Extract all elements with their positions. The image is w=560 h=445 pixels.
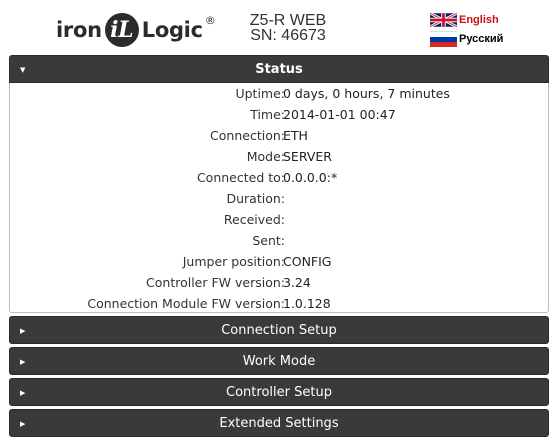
status-label: Sent: bbox=[252, 233, 285, 248]
status-value: 1.0.128 bbox=[283, 296, 331, 311]
logo-registered-mark: ® bbox=[204, 13, 216, 27]
section-title: Extended Settings bbox=[219, 415, 339, 431]
status-row-connection: Connection: ETH bbox=[10, 125, 550, 146]
status-panel-title: Status bbox=[255, 61, 303, 77]
status-value: 0 days, 0 hours, 7 minutes bbox=[283, 86, 450, 101]
status-row-module-fw: Connection Module FW version: 1.0.128 bbox=[10, 293, 550, 314]
status-row-duration: Duration: bbox=[10, 188, 550, 209]
status-label: Jumper position: bbox=[182, 254, 285, 269]
status-label: Duration: bbox=[226, 191, 285, 206]
status-label: Received: bbox=[223, 212, 285, 227]
logo-text-left: iron bbox=[56, 18, 102, 42]
section-title: Controller Setup bbox=[226, 384, 332, 400]
status-row-mode: Mode: SERVER bbox=[10, 146, 550, 167]
status-value: ETH bbox=[283, 128, 308, 143]
status-value: 2014-01-01 00:47 bbox=[283, 107, 396, 122]
status-panel-body: Uptime: 0 days, 0 hours, 7 minutes Time:… bbox=[9, 83, 549, 313]
device-info: Z5-R WEB SN: 46673 bbox=[240, 12, 336, 44]
status-label: Connection: bbox=[210, 128, 285, 143]
uk-flag-icon bbox=[430, 12, 457, 28]
section-title: Work Mode bbox=[242, 353, 316, 369]
status-label: Uptime: bbox=[235, 86, 285, 101]
status-label: Controller FW version: bbox=[146, 275, 285, 290]
caret-right-icon: ▶ bbox=[20, 327, 26, 335]
language-russian-label: Русский bbox=[459, 33, 504, 45]
status-row-time: Time: 2014-01-01 00:47 bbox=[10, 104, 550, 125]
section-title: Connection Setup bbox=[221, 322, 337, 338]
device-serial: SN: 46673 bbox=[250, 27, 326, 44]
status-row-jumper-position: Jumper position: CONFIG bbox=[10, 251, 550, 272]
connection-setup-panel-header[interactable]: ▶ Connection Setup bbox=[9, 316, 549, 344]
logo-text-right: Logic bbox=[141, 18, 203, 42]
caret-down-icon: ▼ bbox=[20, 66, 26, 74]
status-row-uptime: Uptime: 0 days, 0 hours, 7 minutes bbox=[10, 83, 550, 104]
work-mode-panel-header[interactable]: ▶ Work Mode bbox=[9, 347, 549, 375]
status-value: CONFIG bbox=[283, 254, 332, 269]
status-label: Connected to: bbox=[196, 170, 285, 185]
language-russian-link[interactable]: Русский bbox=[430, 31, 503, 47]
controller-setup-panel-header[interactable]: ▶ Controller Setup bbox=[9, 378, 549, 406]
ru-flag-icon bbox=[430, 31, 457, 47]
status-label: Connection Module FW version: bbox=[87, 296, 285, 311]
caret-right-icon: ▶ bbox=[20, 358, 26, 366]
status-label: Time: bbox=[250, 107, 285, 122]
ironlogic-logo: iron iL Logic ® bbox=[56, 13, 216, 47]
status-value: 3.24 bbox=[283, 275, 311, 290]
status-value: 0.0.0.0:* bbox=[283, 170, 338, 185]
device-name: Z5-R WEB bbox=[249, 12, 327, 29]
status-row-sent: Sent: bbox=[10, 230, 550, 251]
caret-right-icon: ▶ bbox=[20, 420, 26, 428]
status-row-controller-fw: Controller FW version: 3.24 bbox=[10, 272, 550, 293]
language-english-label: English bbox=[459, 14, 499, 26]
logo-badge: iL bbox=[104, 13, 139, 47]
page-header: iron iL Logic ® Z5-R WEB SN: 46673 Engli… bbox=[0, 0, 560, 54]
status-label: Mode: bbox=[246, 149, 285, 164]
extended-settings-panel-header[interactable]: ▶ Extended Settings bbox=[9, 409, 549, 437]
caret-right-icon: ▶ bbox=[20, 389, 26, 397]
status-row-received: Received: bbox=[10, 209, 550, 230]
status-panel-header[interactable]: ▼ Status bbox=[9, 55, 549, 83]
language-english-link[interactable]: English bbox=[430, 12, 499, 28]
status-row-connected-to: Connected to: 0.0.0.0:* bbox=[10, 167, 550, 188]
status-value: SERVER bbox=[283, 149, 332, 164]
